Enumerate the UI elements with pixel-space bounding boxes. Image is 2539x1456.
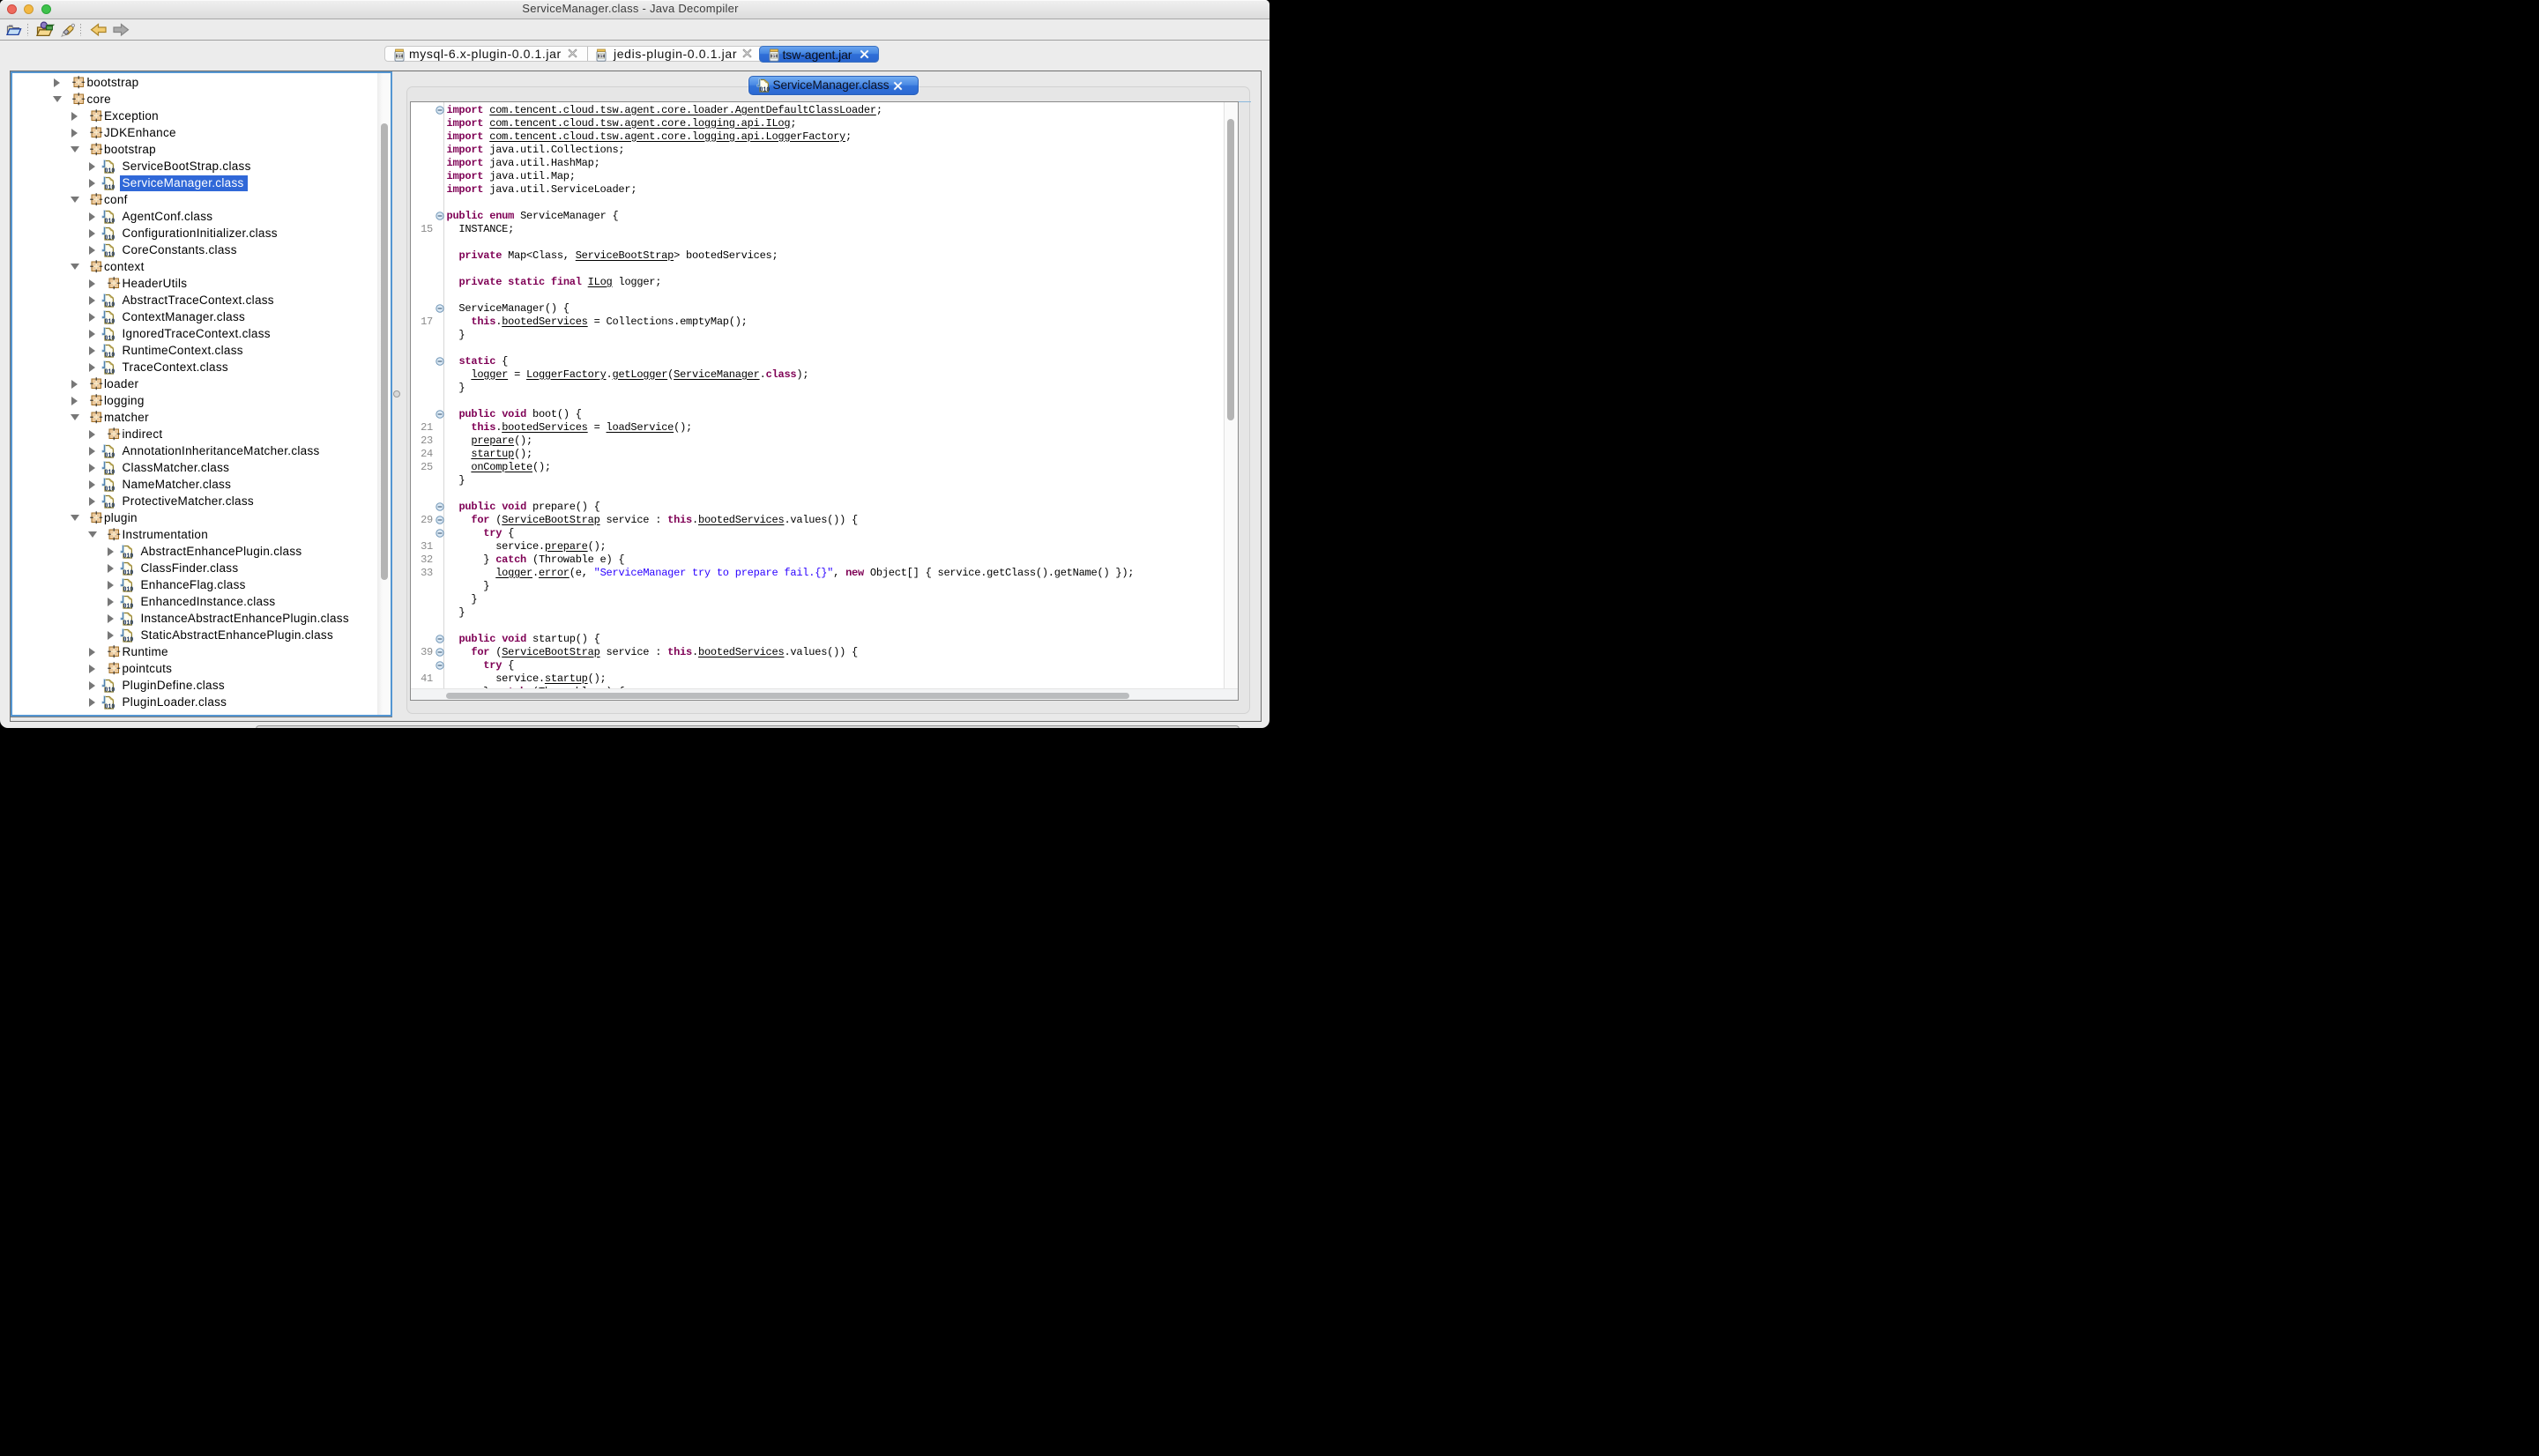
svg-text:010: 010	[770, 54, 778, 59]
svg-text:010: 010	[105, 703, 115, 709]
svg-text:010: 010	[105, 301, 115, 307]
svg-text:010: 010	[105, 251, 115, 256]
svg-text:010: 010	[105, 469, 115, 474]
svg-text:010: 010	[105, 352, 115, 357]
svg-text:010: 010	[105, 218, 115, 223]
svg-text:010: 010	[123, 603, 134, 608]
svg-text:010: 010	[598, 54, 606, 59]
svg-text:010: 010	[123, 636, 134, 642]
svg-text:010: 010	[105, 318, 115, 323]
svg-text:010: 010	[123, 553, 134, 558]
svg-text:010: 010	[105, 486, 115, 491]
svg-text:010: 010	[105, 234, 115, 240]
svg-text:010: 010	[105, 687, 115, 692]
svg-text:010: 010	[123, 586, 134, 591]
svg-text:010: 010	[105, 335, 115, 340]
svg-text:010: 010	[105, 452, 115, 457]
svg-text:010: 010	[105, 502, 115, 508]
svg-text:010: 010	[105, 184, 115, 189]
svg-text:010: 010	[123, 569, 134, 575]
svg-text:010: 010	[105, 167, 115, 173]
svg-text:010: 010	[396, 54, 404, 59]
svg-text:010: 010	[105, 368, 115, 374]
svg-text:010: 010	[759, 87, 770, 93]
svg-text:010: 010	[123, 620, 134, 625]
